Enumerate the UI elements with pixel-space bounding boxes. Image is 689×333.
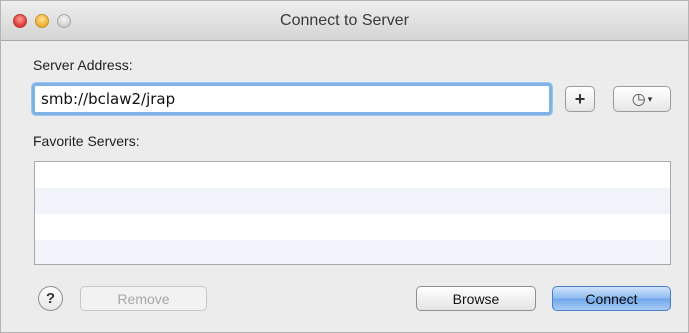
- remove-button[interactable]: Remove: [80, 286, 207, 311]
- chevron-down-icon: ▾: [647, 93, 653, 104]
- help-button[interactable]: ?: [38, 286, 63, 311]
- list-item[interactable]: [35, 240, 670, 264]
- remove-button-label: Remove: [117, 290, 170, 307]
- favorite-servers-list[interactable]: [34, 161, 671, 265]
- connect-to-server-window: Connect to Server Server Address: + ◷ ▾ …: [0, 0, 689, 333]
- window-title: Connect to Server: [280, 12, 409, 29]
- browse-button-label: Browse: [452, 290, 500, 307]
- plus-icon: +: [574, 88, 586, 109]
- list-item[interactable]: [35, 162, 670, 188]
- server-address-label: Server Address:: [33, 57, 133, 73]
- add-favorite-button[interactable]: +: [565, 86, 595, 112]
- question-mark-icon: ?: [45, 290, 56, 307]
- connect-button-label: Connect: [585, 290, 638, 307]
- browse-button[interactable]: Browse: [416, 286, 536, 311]
- connect-button[interactable]: Connect: [552, 286, 671, 311]
- list-item[interactable]: [35, 188, 670, 214]
- recent-servers-button[interactable]: ◷ ▾: [613, 86, 671, 112]
- favorite-servers-label: Favorite Servers:: [33, 133, 140, 149]
- clock-icon: ◷: [631, 91, 646, 108]
- list-item[interactable]: [35, 214, 670, 240]
- title-bar[interactable]: Connect to Server: [1, 1, 688, 41]
- server-address-input[interactable]: [32, 83, 552, 115]
